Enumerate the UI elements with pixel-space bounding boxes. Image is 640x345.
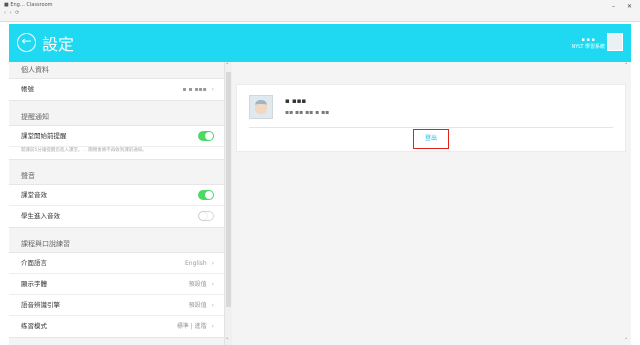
content-scrollbar[interactable]: ˄ ˅	[625, 62, 631, 345]
setting-value: 預設值 ›	[189, 274, 214, 295]
setting-value: ▪ ▪ ▪▪▪ ›	[183, 79, 214, 100]
setting-row-speech-engine[interactable]: 語音辨識引擎 預設值 ›	[9, 295, 224, 316]
student-enter-sound-toggle[interactable]	[198, 211, 214, 221]
setting-label: 介面語言	[21, 259, 47, 267]
header-user-school: NYLT 學習系統	[571, 44, 605, 50]
group-sound: 課堂音效 學生進入音效	[9, 184, 224, 228]
header-user-name: ▪ ▪ ▪	[581, 37, 595, 43]
account-value: ▪ ▪ ▪▪▪	[182, 86, 207, 93]
scroll-down-icon[interactable]: ˅	[226, 338, 229, 344]
setting-value: 標準 | 進階 ›	[177, 316, 214, 337]
section-header-sound: 聲音	[21, 172, 35, 180]
setting-row-student-enter-sound: 學生進入音效	[9, 206, 224, 227]
setting-label: 帳號	[21, 85, 34, 93]
group-profile: 帳號 ▪ ▪ ▪▪▪ ›	[9, 78, 224, 101]
setting-row-font[interactable]: 顯示字體 預設值 ›	[9, 274, 224, 295]
language-value: English	[185, 260, 207, 267]
window-title: ■ Eng… Classroom	[4, 2, 53, 8]
setting-label: 課堂開始前提醒	[21, 132, 67, 140]
chevron-right-icon: ›	[211, 323, 214, 330]
setting-row-interface-language[interactable]: 介面語言 English ›	[9, 253, 224, 274]
font-value: 預設值	[188, 281, 207, 288]
class-sound-toggle[interactable]	[198, 190, 214, 200]
chevron-right-icon: ›	[211, 302, 214, 309]
setting-value: English ›	[185, 253, 214, 274]
scrollbar-thumb[interactable]	[226, 72, 231, 307]
profile-card: ▪ ▪▪▪ ▪▪ ▪▪ ▪▪ ▪ ▪▪ 登出	[236, 84, 626, 152]
class-reminder-toggle[interactable]	[198, 131, 214, 141]
back-arrow-circle-icon[interactable]: ←	[17, 33, 36, 52]
scroll-up-icon[interactable]: ˄	[226, 63, 229, 69]
group-course: 介面語言 English › 顯示字體 預設值 › 語音辨識引擎 預設值 › 练…	[9, 252, 224, 338]
practice-mode-value: 標準 | 進階	[176, 323, 207, 330]
setting-row-class-reminder: 課堂開始前提醒	[9, 126, 224, 147]
window-titlebar: ■ Eng… Classroom ‹ › ⟳ – ✕	[0, 0, 640, 22]
sidebar-scrollbar[interactable]: ˄ ˅	[224, 62, 232, 345]
setting-label: 顯示字體	[21, 280, 47, 288]
reminder-description: 開課前5分鐘提醒您進入課堂。… 關閉後將不再收到課前通知。	[9, 147, 224, 159]
profile-details: ▪▪ ▪▪ ▪▪ ▪ ▪▪	[285, 109, 330, 116]
close-button[interactable]: ✕	[627, 3, 632, 10]
setting-label: 學生進入音效	[21, 212, 60, 220]
setting-label: 課堂音效	[21, 191, 47, 199]
header-avatar[interactable]	[607, 33, 623, 51]
group-notifications: 課堂開始前提醒 開課前5分鐘提醒您進入課堂。… 關閉後將不再收到課前通知。	[9, 125, 224, 160]
logout-button[interactable]: 登出	[413, 129, 449, 149]
app-header: ← 設定 ▪ ▪ ▪ NYLT 學習系統	[9, 24, 631, 62]
header-user-info: ▪ ▪ ▪ NYLT 學習系統	[571, 37, 605, 51]
browser-nav-controls[interactable]: ‹ › ⟳	[4, 10, 20, 16]
section-header-course: 課程與口說練習	[21, 240, 70, 248]
setting-value: 預設值 ›	[189, 295, 214, 316]
chevron-right-icon: ›	[211, 86, 214, 93]
setting-label: 語音辨識引擎	[21, 301, 60, 309]
scroll-up-icon[interactable]: ˄	[625, 63, 628, 69]
chevron-right-icon: ›	[211, 281, 214, 288]
avatar	[249, 95, 273, 119]
setting-row-class-sound: 課堂音效	[9, 185, 224, 206]
scroll-down-icon[interactable]: ˅	[625, 338, 628, 344]
section-header-notifications: 提醒通知	[21, 113, 49, 121]
minimize-button[interactable]: –	[612, 3, 615, 10]
setting-row-account[interactable]: 帳號 ▪ ▪ ▪▪▪ ›	[9, 79, 224, 100]
setting-label: 练習模式	[21, 322, 47, 330]
chevron-right-icon: ›	[211, 260, 214, 267]
section-header-profile: 個人資料	[21, 66, 49, 74]
window-controls: – ✕	[612, 3, 632, 10]
setting-row-practice-mode[interactable]: 练習模式 標準 | 進階 ›	[9, 316, 224, 337]
card-divider	[249, 127, 613, 128]
speech-engine-value: 預設值	[188, 302, 207, 309]
page-title: 設定	[42, 35, 75, 54]
main-content: ▪ ▪▪▪ ▪▪ ▪▪ ▪▪ ▪ ▪▪ 登出 ˄ ˅	[232, 62, 631, 345]
profile-name: ▪ ▪▪▪	[285, 97, 307, 105]
window-title-text: ■ Eng… Classroom	[4, 2, 53, 8]
settings-sidebar: 個人資料 帳號 ▪ ▪ ▪▪▪ › 提醒通知 課堂開始前提醒 開課前5分鐘提醒您…	[9, 62, 224, 345]
